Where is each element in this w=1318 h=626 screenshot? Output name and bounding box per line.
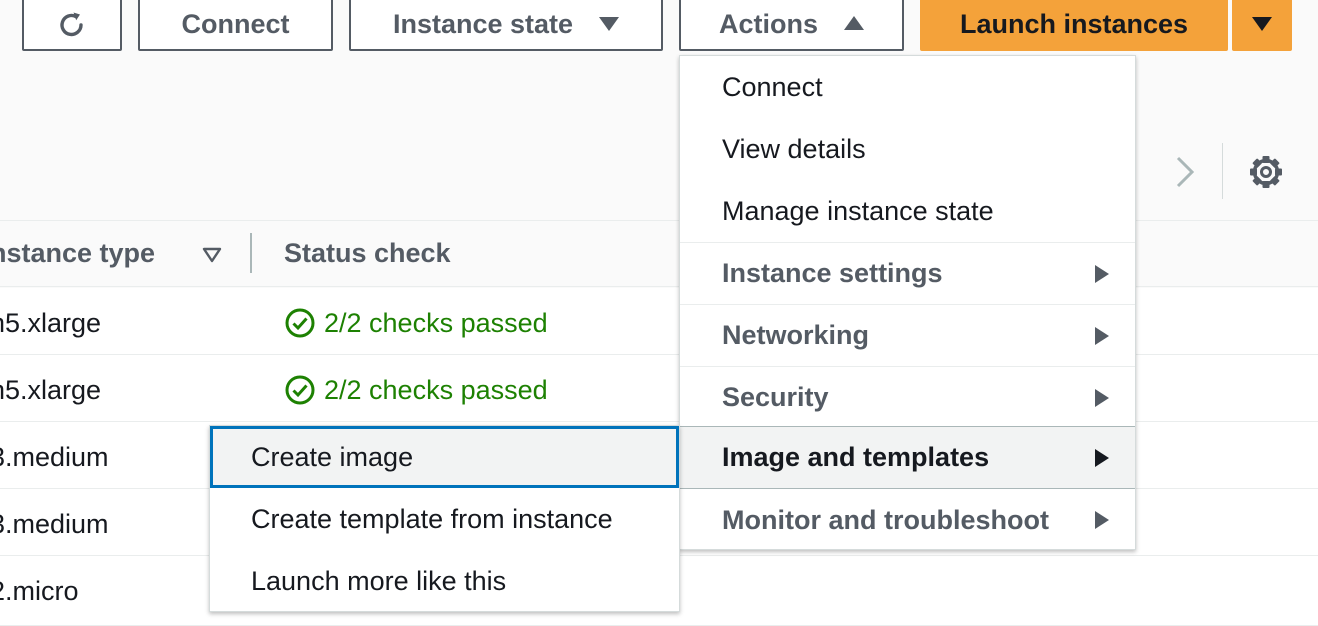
instance-type-cell: n5.xlarge [0, 308, 102, 338]
actions-menu: Connect View details Manage instance sta… [679, 55, 1136, 550]
submenu-arrow-icon [1095, 449, 1109, 467]
sort-caret-icon[interactable] [202, 247, 222, 263]
menu-item-label: Image and templates [722, 442, 990, 472]
submenu-item-label: Launch more like this [251, 565, 507, 596]
chevron-right-icon[interactable] [1170, 150, 1200, 194]
connect-button[interactable]: Connect [138, 0, 333, 51]
caret-down-icon [1252, 16, 1272, 31]
refresh-icon [60, 12, 83, 36]
image-and-templates-submenu: Create image Create template from instan… [209, 425, 680, 612]
menu-item-monitor-and-troubleshoot[interactable]: Monitor and troubleshoot [680, 489, 1135, 551]
connect-button-label: Connect [181, 9, 290, 39]
menu-item-instance-settings[interactable]: Instance settings [680, 242, 1135, 304]
menu-item-label: Instance settings [722, 258, 943, 288]
menu-item-view-details[interactable]: View details [680, 118, 1135, 180]
instance-state-button[interactable]: Instance state [349, 0, 663, 51]
status-check-text: 2/2 checks passed [324, 307, 548, 338]
check-circle-icon [285, 375, 315, 405]
column-header-status-check[interactable]: Status check [284, 238, 451, 269]
status-check-cell: 2/2 checks passed [284, 307, 548, 339]
submenu-item-label: Create template from instance [251, 503, 613, 534]
instance-type-cell: 2.micro [0, 576, 79, 606]
menu-item-label: View details [722, 133, 866, 164]
submenu-item-create-template[interactable]: Create template from instance [210, 488, 679, 550]
submenu-item-launch-more-like-this[interactable]: Launch more like this [210, 550, 679, 612]
divider [1222, 143, 1223, 199]
submenu-item-label: Create image [251, 441, 414, 472]
column-resizer[interactable] [250, 233, 252, 273]
menu-item-label: Manage instance state [722, 195, 994, 226]
submenu-arrow-icon [1095, 265, 1109, 283]
menu-item-label: Security [722, 382, 829, 412]
submenu-arrow-icon [1095, 327, 1109, 345]
instance-type-cell: 3.medium [0, 442, 109, 472]
menu-item-image-and-templates[interactable]: Image and templates [680, 426, 1135, 489]
launch-dropdown-button[interactable] [1232, 0, 1292, 51]
caret-up-icon [844, 15, 864, 30]
menu-item-label: Monitor and troubleshoot [722, 504, 1049, 535]
launch-instances-button[interactable]: Launch instances [920, 0, 1228, 51]
launch-instances-label: Launch instances [959, 9, 1189, 39]
instance-type-cell: n5.xlarge [0, 375, 102, 405]
actions-label: Actions [718, 9, 818, 39]
caret-down-icon [599, 16, 620, 31]
submenu-arrow-icon [1095, 389, 1109, 407]
menu-item-security[interactable]: Security [680, 366, 1135, 428]
column-header-instance-type[interactable]: nstance type [0, 238, 155, 269]
submenu-arrow-icon [1095, 511, 1109, 529]
menu-item-manage-instance-state[interactable]: Manage instance state [680, 180, 1135, 242]
status-check-text: 2/2 checks passed [324, 374, 548, 405]
instance-state-label: Instance state [392, 9, 574, 39]
status-check-cell: 2/2 checks passed [284, 374, 548, 406]
refresh-button[interactable] [22, 0, 122, 51]
menu-item-label: Networking [722, 320, 870, 350]
menu-item-networking[interactable]: Networking [680, 304, 1135, 366]
menu-item-label: Connect [722, 71, 823, 102]
menu-item-connect[interactable]: Connect [680, 56, 1135, 118]
actions-button[interactable]: Actions [679, 0, 904, 51]
instance-type-cell: 3.medium [0, 509, 109, 539]
check-circle-icon [285, 308, 315, 338]
gear-icon[interactable] [1245, 151, 1287, 193]
submenu-item-create-image[interactable]: Create image [210, 426, 679, 488]
